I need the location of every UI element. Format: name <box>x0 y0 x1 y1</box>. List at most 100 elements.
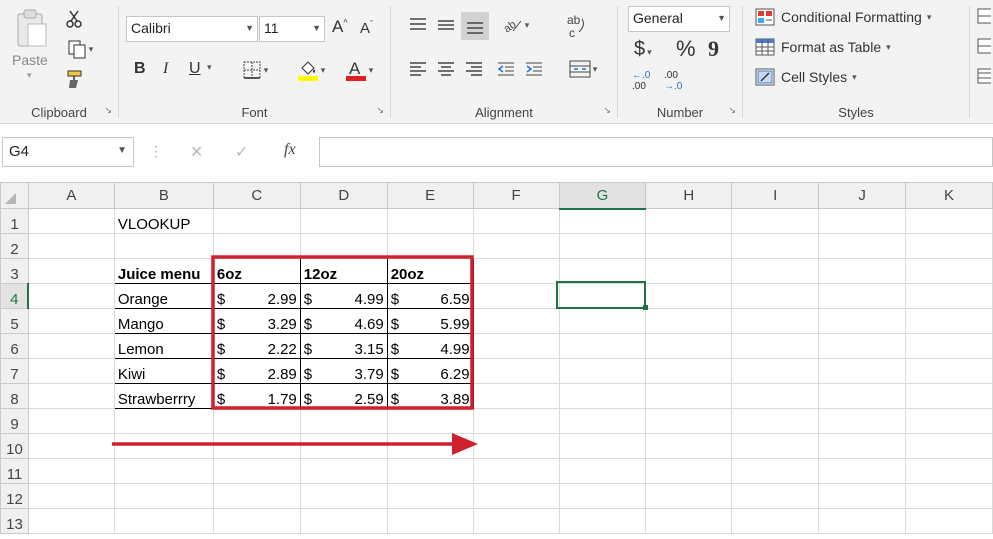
cell-b2[interactable] <box>113 233 214 259</box>
cell-h5[interactable] <box>645 308 733 334</box>
cell-j1[interactable] <box>818 208 907 234</box>
cells-group-partial[interactable] <box>976 8 992 88</box>
cell-f4[interactable] <box>472 283 560 309</box>
column-header-a[interactable]: A <box>27 182 115 209</box>
cell-d7[interactable]: $3.79 <box>299 358 388 384</box>
cell-d2[interactable] <box>299 233 388 259</box>
cell-g12[interactable] <box>558 483 647 509</box>
font-color-icon[interactable]: A ▾ <box>339 56 379 84</box>
bold-button[interactable]: B <box>134 60 146 78</box>
cell-e13[interactable] <box>386 508 474 534</box>
cell-i11[interactable] <box>731 458 820 484</box>
cell-c11[interactable] <box>212 458 301 484</box>
column-header-j[interactable]: J <box>818 182 907 209</box>
name-box[interactable]: G4 ▼ <box>2 137 134 167</box>
cell-a6[interactable] <box>27 333 115 359</box>
cell-j5[interactable] <box>818 308 907 334</box>
cell-g9[interactable] <box>558 408 647 434</box>
cell-k11[interactable] <box>905 458 993 484</box>
cell-h1[interactable] <box>645 208 733 234</box>
row-header-5[interactable]: 5 <box>0 308 29 334</box>
increase-indent-icon[interactable] <box>523 58 545 80</box>
cell-g4[interactable] <box>558 283 647 309</box>
cell-c3[interactable]: 6oz <box>212 258 301 284</box>
align-top-icon[interactable] <box>407 14 429 36</box>
row-header-10[interactable]: 10 <box>0 433 29 459</box>
cell-h4[interactable] <box>645 283 733 309</box>
cell-c5[interactable]: $3.29 <box>212 308 301 334</box>
increase-decimal-button[interactable]: ←.0.00 <box>632 70 650 92</box>
orientation-icon[interactable]: ab ▾ <box>495 12 535 38</box>
cell-j9[interactable] <box>818 408 907 434</box>
column-header-d[interactable]: D <box>299 182 388 209</box>
cell-a2[interactable] <box>27 233 115 259</box>
cell-e3[interactable]: 20oz <box>386 258 474 284</box>
cell-b4[interactable]: Orange <box>113 283 214 309</box>
cell-f13[interactable] <box>472 508 560 534</box>
cell-c2[interactable] <box>212 233 301 259</box>
cell-e7[interactable]: $6.29 <box>386 358 474 384</box>
cell-f12[interactable] <box>472 483 560 509</box>
cell-e5[interactable]: $5.99 <box>386 308 474 334</box>
cell-d1[interactable] <box>299 208 388 234</box>
cell-h6[interactable] <box>645 333 733 359</box>
align-middle-icon[interactable] <box>435 14 457 36</box>
paste-label[interactable]: Paste <box>12 52 48 68</box>
cell-g13[interactable] <box>558 508 647 534</box>
row-header-11[interactable]: 11 <box>0 458 29 484</box>
comma-style-button[interactable]: 9 <box>708 36 719 62</box>
borders-icon[interactable]: ▾ <box>235 58 275 82</box>
cell-f1[interactable] <box>472 208 560 234</box>
cell-i13[interactable] <box>731 508 820 534</box>
align-center-icon[interactable] <box>435 58 457 80</box>
cell-a4[interactable] <box>27 283 115 309</box>
cell-k10[interactable] <box>905 433 993 459</box>
number-format-combo[interactable]: General ▼ <box>628 6 730 32</box>
column-header-f[interactable]: F <box>472 182 560 209</box>
cell-i8[interactable] <box>731 383 820 409</box>
clipboard-launcher-icon[interactable]: ↘ <box>104 105 112 116</box>
shrink-font-button[interactable]: Aˇ <box>360 19 373 37</box>
underline-dropdown-icon[interactable]: ▾ <box>207 62 212 73</box>
paste-dropdown-icon[interactable]: ▾ <box>27 70 32 81</box>
cell-d9[interactable] <box>299 408 388 434</box>
cell-f8[interactable] <box>472 383 560 409</box>
cell-c4[interactable]: $2.99 <box>212 283 301 309</box>
cell-j7[interactable] <box>818 358 907 384</box>
insert-function-icon[interactable]: fx <box>284 141 296 159</box>
cell-a7[interactable] <box>27 358 115 384</box>
cell-i1[interactable] <box>731 208 820 234</box>
cell-d13[interactable] <box>299 508 388 534</box>
currency-button[interactable]: $ ▾ <box>634 38 652 61</box>
cell-i3[interactable] <box>731 258 820 284</box>
column-header-c[interactable]: C <box>212 182 301 209</box>
cell-k3[interactable] <box>905 258 993 284</box>
cell-k4[interactable] <box>905 283 993 309</box>
cell-b6[interactable]: Lemon <box>113 333 214 359</box>
cell-a8[interactable] <box>27 383 115 409</box>
cell-k2[interactable] <box>905 233 993 259</box>
cell-b11[interactable] <box>113 458 214 484</box>
cell-h3[interactable] <box>645 258 733 284</box>
column-header-i[interactable]: I <box>731 182 820 209</box>
percent-button[interactable]: % <box>676 36 696 62</box>
cell-f9[interactable] <box>472 408 560 434</box>
cell-b7[interactable]: Kiwi <box>113 358 214 384</box>
cell-e12[interactable] <box>386 483 474 509</box>
cell-h12[interactable] <box>645 483 733 509</box>
cell-c8[interactable]: $1.79 <box>212 383 301 409</box>
row-header-3[interactable]: 3 <box>0 258 29 284</box>
cell-b8[interactable]: Strawberrry <box>113 383 214 409</box>
cell-b5[interactable]: Mango <box>113 308 214 334</box>
font-launcher-icon[interactable]: ↘ <box>376 105 384 116</box>
font-name-combo[interactable]: Calibri ▼ <box>126 16 258 42</box>
align-bottom-icon[interactable] <box>461 12 489 40</box>
cell-f3[interactable] <box>472 258 560 284</box>
cell-k8[interactable] <box>905 383 993 409</box>
cell-k9[interactable] <box>905 408 993 434</box>
cell-f11[interactable] <box>472 458 560 484</box>
cell-c6[interactable]: $2.22 <box>212 333 301 359</box>
cell-e4[interactable]: $6.59 <box>386 283 474 309</box>
cut-icon[interactable] <box>63 8 85 30</box>
cell-i4[interactable] <box>731 283 820 309</box>
